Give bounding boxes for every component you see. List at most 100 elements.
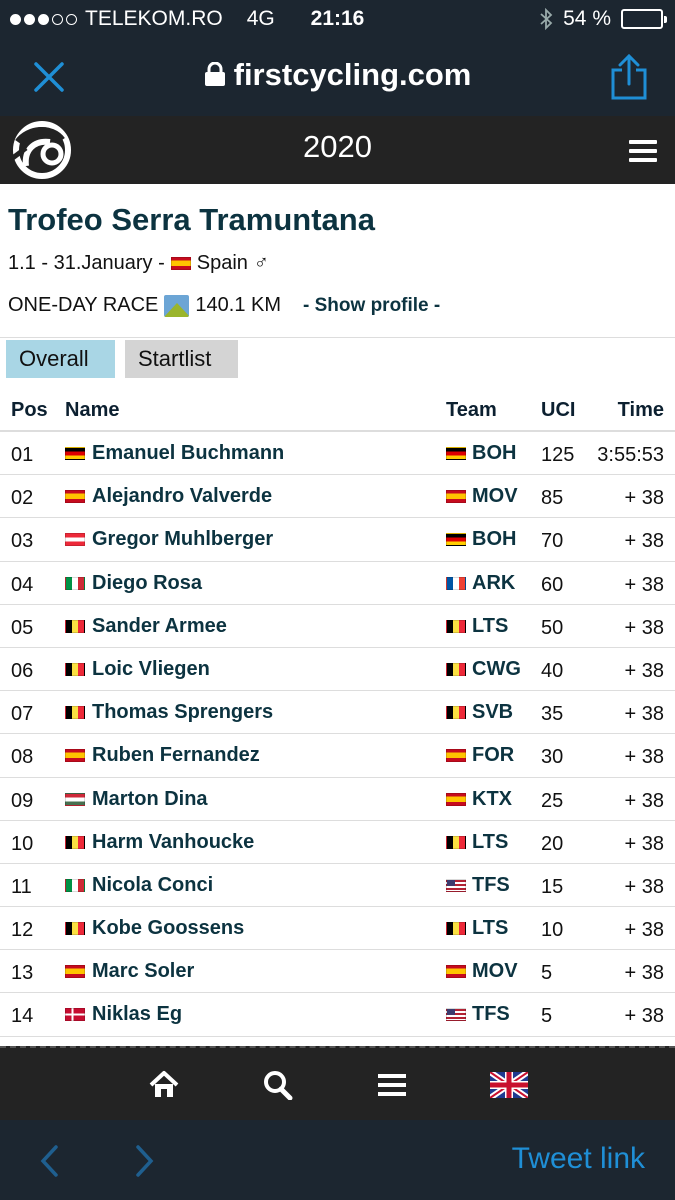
- tweet-link-button[interactable]: Tweet link: [512, 1142, 645, 1176]
- row-time: + 38: [624, 962, 664, 985]
- team-link[interactable]: MOV: [446, 960, 518, 983]
- rider-name: Nicola Conci: [92, 873, 214, 896]
- header-uci: UCI: [541, 399, 576, 421]
- rider-name: Kobe Goossens: [92, 917, 245, 940]
- rider-link[interactable]: Kobe Goossens: [65, 917, 244, 940]
- rider-name: Marton Dina: [92, 787, 208, 810]
- team-link[interactable]: MOV: [446, 485, 518, 508]
- status-bar: TELEKOM.RO 4G 21:16 54 %: [0, 0, 675, 40]
- table-row: 06 Loic Vliegen CWG 40 + 38: [0, 648, 675, 692]
- rider-link[interactable]: Thomas Sprengers: [65, 701, 273, 724]
- row-time: + 38: [624, 832, 664, 855]
- season-year[interactable]: 2020: [0, 129, 675, 165]
- row-uci: 125: [541, 444, 575, 466]
- team-link[interactable]: CWG: [446, 658, 521, 681]
- rider-link[interactable]: Marton Dina: [65, 788, 208, 811]
- rider-link[interactable]: Nicola Conci: [65, 874, 213, 897]
- row-uci: 60: [541, 573, 564, 596]
- team-flag-icon: [446, 792, 466, 806]
- site-header: 2020: [0, 116, 675, 184]
- rider-link[interactable]: Niklas Eg: [65, 1003, 182, 1026]
- team-link[interactable]: TFS: [446, 1003, 510, 1026]
- rider-name: Alejandro Valverde: [92, 485, 273, 508]
- team-code: FOR: [472, 744, 515, 767]
- table-row: 07 Thomas Sprengers SVB 35 + 38: [0, 691, 675, 735]
- rider-flag-icon: [65, 835, 85, 849]
- battery-percent: 54 %: [563, 7, 611, 30]
- rider-name: Loic Vliegen: [92, 657, 210, 680]
- row-uci: 25: [541, 789, 564, 812]
- row-time: + 38: [624, 573, 664, 596]
- url-domain[interactable]: firstcycling.com: [0, 57, 675, 93]
- row-uci: 10: [541, 919, 564, 942]
- row-uci: 5: [541, 962, 553, 985]
- row-pos: 03: [11, 530, 34, 553]
- hamburger-menu-icon[interactable]: [629, 140, 657, 162]
- tab-startlist[interactable]: Startlist: [125, 340, 238, 378]
- menu-icon[interactable]: [376, 1070, 408, 1100]
- team-link[interactable]: BOH: [446, 442, 516, 465]
- team-link[interactable]: FOR: [446, 744, 514, 767]
- team-flag-icon: [446, 619, 466, 633]
- team-link[interactable]: SVB: [446, 701, 513, 724]
- team-link[interactable]: TFS: [446, 874, 510, 897]
- row-time: + 38: [624, 530, 664, 553]
- team-flag-icon: [446, 662, 466, 676]
- rider-flag-icon: [65, 576, 85, 590]
- row-uci: 15: [541, 875, 564, 898]
- header-team: Team: [446, 399, 497, 421]
- race-type: ONE-DAY RACE: [8, 294, 159, 316]
- table-row: 10 Harm Vanhoucke LTS 20 + 38: [0, 821, 675, 864]
- rider-link[interactable]: Emanuel Buchmann: [65, 442, 284, 465]
- table-row: 03 Gregor Muhlberger BOH 70 + 38: [0, 518, 675, 562]
- race-meta: 1.1 - 31.January - Spain ♂: [8, 252, 269, 275]
- team-link[interactable]: LTS: [446, 615, 508, 638]
- back-arrow-icon[interactable]: [38, 1144, 60, 1178]
- home-icon[interactable]: [148, 1070, 180, 1100]
- rider-name: Sander Armee: [92, 614, 227, 637]
- uk-flag-icon[interactable]: [490, 1072, 528, 1098]
- race-title: Trofeo Serra Tramuntana: [8, 202, 375, 237]
- tab-overall[interactable]: Overall: [6, 340, 115, 378]
- team-link[interactable]: KTX: [446, 788, 512, 811]
- table-row: 02 Alejandro Valverde MOV 85 + 38: [0, 475, 675, 519]
- results-table: Pos Name Team UCI Time 01 Emanuel Buchman…: [0, 388, 675, 1037]
- team-link[interactable]: BOH: [446, 528, 516, 551]
- rider-link[interactable]: Gregor Muhlberger: [65, 528, 273, 551]
- search-icon[interactable]: [262, 1070, 294, 1100]
- forward-arrow-icon[interactable]: [134, 1144, 156, 1178]
- race-class-date: 1.1 - 31.January -: [8, 252, 165, 274]
- team-link[interactable]: LTS: [446, 917, 508, 940]
- rider-link[interactable]: Diego Rosa: [65, 572, 202, 595]
- row-pos: 04: [11, 573, 34, 596]
- team-flag-icon: [446, 576, 466, 590]
- team-flag-icon: [446, 490, 466, 504]
- team-link[interactable]: ARK: [446, 572, 515, 595]
- browser-url-bar: firstcycling.com: [0, 40, 675, 116]
- rider-link[interactable]: Ruben Fernandez: [65, 744, 260, 767]
- race-country[interactable]: Spain: [197, 252, 248, 275]
- rider-link[interactable]: Alejandro Valverde: [65, 485, 272, 508]
- team-code: BOH: [472, 442, 517, 464]
- rider-name: Marc Soler: [92, 960, 195, 983]
- team-code: TFS: [472, 1003, 510, 1026]
- team-code: LTS: [472, 830, 509, 853]
- rider-link[interactable]: Marc Soler: [65, 960, 194, 983]
- share-icon[interactable]: [609, 54, 649, 100]
- bluetooth-icon: [540, 8, 553, 30]
- row-pos: 01: [11, 444, 34, 466]
- rider-link[interactable]: Harm Vanhoucke: [65, 831, 254, 854]
- team-code: CWG: [472, 657, 521, 680]
- team-code: TFS: [472, 873, 510, 896]
- team-code: ARK: [472, 571, 516, 594]
- battery-icon: [621, 9, 667, 29]
- rider-link[interactable]: Sander Armee: [65, 615, 227, 638]
- table-row: 08 Ruben Fernandez FOR 30 + 38: [0, 734, 675, 778]
- gender-icon: ♂: [253, 252, 269, 274]
- rider-link[interactable]: Loic Vliegen: [65, 658, 210, 681]
- divider: [0, 337, 675, 338]
- team-link[interactable]: LTS: [446, 831, 508, 854]
- row-time: + 38: [624, 659, 664, 682]
- show-profile-link[interactable]: - Show profile -: [303, 295, 440, 317]
- row-time: + 38: [624, 703, 664, 726]
